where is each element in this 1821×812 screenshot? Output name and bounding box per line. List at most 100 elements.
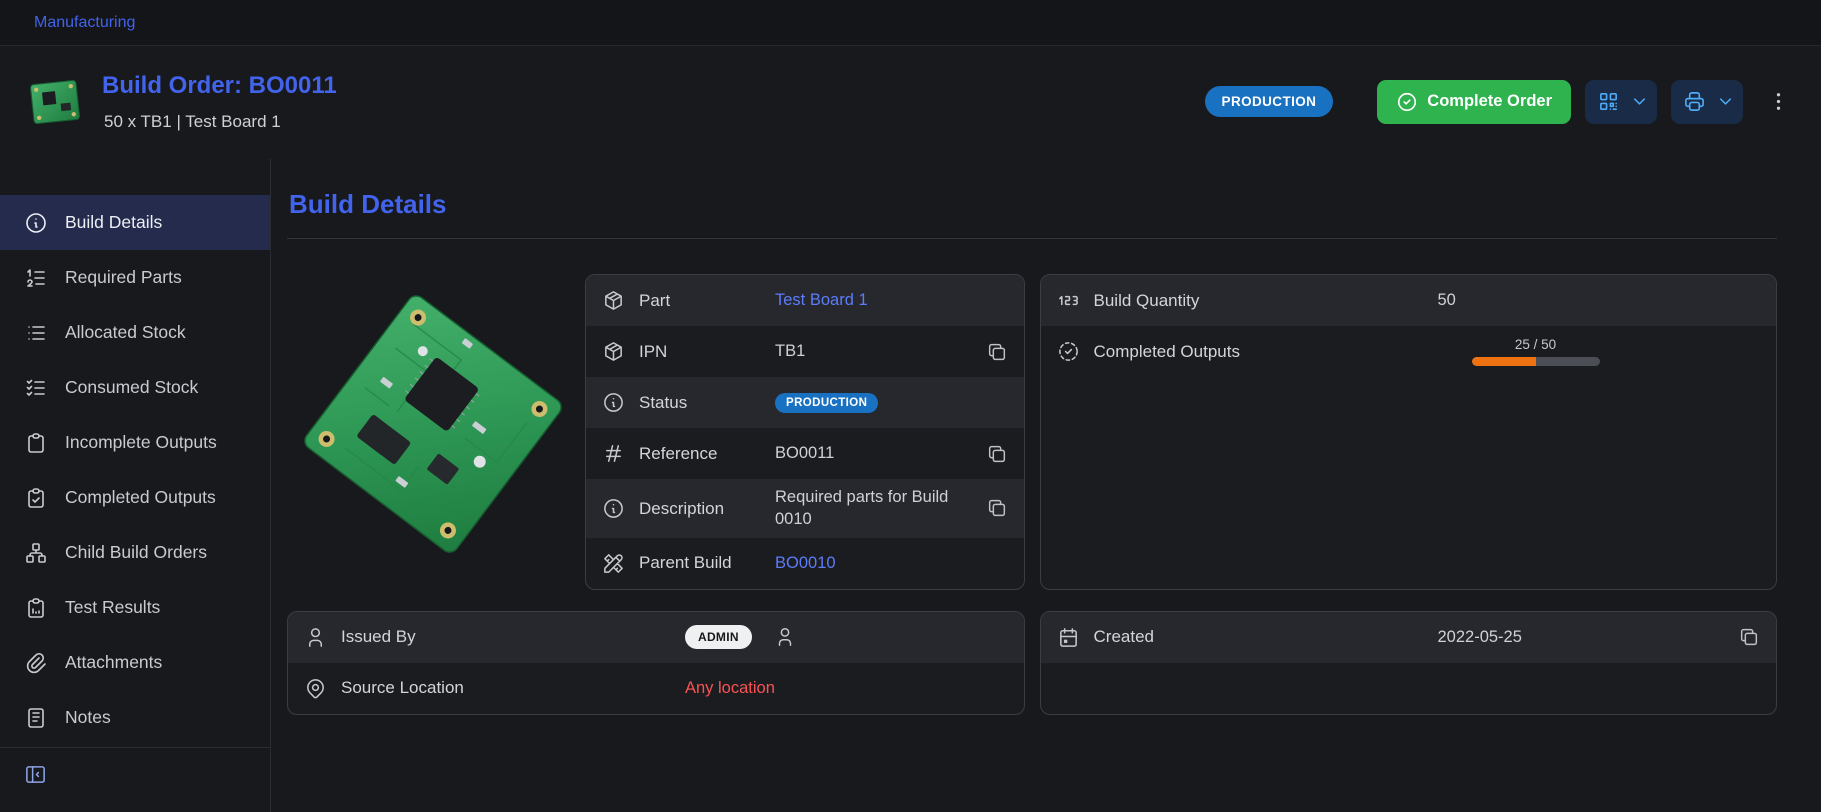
package-icon xyxy=(602,340,625,363)
description-value: Required parts for Build 0010 xyxy=(775,486,972,531)
sidebar: Build Details Required Parts Allocated S… xyxy=(0,159,271,812)
page-subtitle: 50 x TB1 | Test Board 1 xyxy=(102,112,337,132)
created-card: Created 2022-05-25 xyxy=(1040,611,1778,715)
detail-row-created: Created 2022-05-25 xyxy=(1041,612,1777,663)
parent-build-link[interactable]: BO0010 xyxy=(775,554,836,573)
part-image[interactable] xyxy=(287,274,579,574)
complete-order-button[interactable]: Complete Order xyxy=(1377,80,1571,124)
ipn-value: TB1 xyxy=(775,342,805,361)
dots-vertical-icon xyxy=(1767,90,1790,113)
detail-row-part: Part Test Board 1 xyxy=(586,275,1024,326)
detail-row-reference: Reference BO0011 xyxy=(586,428,1024,479)
sitemap-icon xyxy=(24,541,48,565)
detail-row-issued-by: Issued By ADMIN xyxy=(288,612,1024,663)
info-circle-icon xyxy=(24,211,48,235)
clipboard-check-icon xyxy=(24,486,48,510)
copy-icon[interactable] xyxy=(986,443,1008,465)
breadcrumb-link-manufacturing[interactable]: Manufacturing xyxy=(34,14,135,32)
build-details-card: Part Test Board 1 IPN TB1 xyxy=(585,274,1025,590)
build-stats-card: Build Quantity 50 Completed Outputs 25 /… xyxy=(1040,274,1778,590)
issued-by-badge: ADMIN xyxy=(685,625,752,649)
content-layout: Build Details Required Parts Allocated S… xyxy=(0,159,1821,812)
printer-icon xyxy=(1683,90,1706,113)
detail-row-ipn: IPN TB1 xyxy=(586,326,1024,377)
row-label: Build Quantity xyxy=(1094,290,1424,311)
overflow-menu-button[interactable] xyxy=(1763,80,1793,124)
sidebar-item-incomplete-outputs[interactable]: Incomplete Outputs xyxy=(0,415,270,470)
pcb-thumbnail-graphic xyxy=(28,77,82,126)
row-label: Parent Build xyxy=(639,552,761,573)
sidebar-item-build-details[interactable]: Build Details xyxy=(0,195,270,250)
build-quantity-value: 50 xyxy=(1438,291,1456,310)
hash-icon xyxy=(602,442,625,465)
sidebar-item-test-results[interactable]: Test Results xyxy=(0,580,270,635)
sidebar-item-allocated-stock[interactable]: Allocated Stock xyxy=(0,305,270,360)
info-circle-icon xyxy=(602,497,625,520)
status-badge: PRODUCTION xyxy=(1205,86,1334,117)
header-actions: PRODUCTION Complete Order xyxy=(1205,80,1793,124)
main-panel: Build Details xyxy=(271,159,1821,812)
user-icon xyxy=(774,626,796,648)
row-label: Reference xyxy=(639,443,761,464)
print-actions-button[interactable] xyxy=(1671,80,1743,124)
sidebar-item-label: Completed Outputs xyxy=(65,487,216,508)
row-label: Description xyxy=(639,498,761,519)
list-check-icon xyxy=(24,376,48,400)
part-thumbnail[interactable] xyxy=(28,77,82,126)
sidebar-item-label: Required Parts xyxy=(65,267,182,288)
breadcrumb-bar: Manufacturing xyxy=(0,0,1821,46)
details-grid: Part Test Board 1 IPN TB1 xyxy=(287,274,1777,715)
row-label: Completed Outputs xyxy=(1094,341,1424,362)
copy-icon[interactable] xyxy=(986,341,1008,363)
detail-row-description: Description Required parts for Build 001… xyxy=(586,479,1024,538)
sidebar-item-label: Attachments xyxy=(65,652,162,673)
source-location-value: Any location xyxy=(685,679,775,698)
sidebar-item-attachments[interactable]: Attachments xyxy=(0,635,270,690)
part-link[interactable]: Test Board 1 xyxy=(775,291,868,310)
qr-code-icon xyxy=(1597,90,1620,113)
sidebar-item-label: Consumed Stock xyxy=(65,377,198,398)
list-numbers-icon xyxy=(24,266,48,290)
sidebar-item-required-parts[interactable]: Required Parts xyxy=(0,250,270,305)
row-label: Status xyxy=(639,392,761,413)
progress-check-icon xyxy=(1057,340,1080,363)
progress-bar-fill xyxy=(1472,357,1536,366)
paperclip-icon xyxy=(24,651,48,675)
numbers-123-icon xyxy=(1057,289,1080,312)
panel-divider xyxy=(287,238,1777,239)
chevron-down-icon xyxy=(1630,92,1649,111)
detail-row-status: Status PRODUCTION xyxy=(586,377,1024,428)
notes-icon xyxy=(24,706,48,730)
collapse-sidebar-button[interactable] xyxy=(0,748,270,800)
issued-card: Issued By ADMIN Source Location Any loca… xyxy=(287,611,1025,715)
sidebar-item-label: Allocated Stock xyxy=(65,322,186,343)
qr-actions-button[interactable] xyxy=(1585,80,1657,124)
sidebar-item-child-build-orders[interactable]: Child Build Orders xyxy=(0,525,270,580)
header-title-group: Build Order: BO0011 50 x TB1 | Test Boar… xyxy=(30,72,337,132)
circle-check-icon xyxy=(1396,91,1418,113)
detail-row-build-quantity: Build Quantity 50 xyxy=(1041,275,1777,326)
sidebar-item-label: Incomplete Outputs xyxy=(65,432,217,453)
sidebar-item-notes[interactable]: Notes xyxy=(0,690,270,745)
clipboard-icon xyxy=(24,431,48,455)
chevron-down-icon xyxy=(1716,92,1735,111)
page-title: Build Order: BO0011 xyxy=(102,72,337,100)
map-pin-icon xyxy=(304,677,327,700)
sidebar-item-consumed-stock[interactable]: Consumed Stock xyxy=(0,360,270,415)
status-badge-inline: PRODUCTION xyxy=(775,393,878,413)
calendar-icon xyxy=(1057,626,1080,649)
build-details-cell: Part Test Board 1 IPN TB1 xyxy=(287,274,1025,590)
created-value: 2022-05-25 xyxy=(1438,628,1522,647)
detail-row-parent-build: Parent Build BO0010 xyxy=(586,538,1024,589)
row-label: Source Location xyxy=(341,677,671,698)
user-icon xyxy=(304,626,327,649)
copy-icon[interactable] xyxy=(1738,626,1760,648)
sidebar-item-completed-outputs[interactable]: Completed Outputs xyxy=(0,470,270,525)
complete-order-label: Complete Order xyxy=(1427,92,1552,111)
tools-icon xyxy=(602,552,625,575)
copy-icon[interactable] xyxy=(986,497,1008,519)
header-titles: Build Order: BO0011 50 x TB1 | Test Boar… xyxy=(102,72,337,132)
info-circle-icon xyxy=(602,391,625,414)
sidebar-item-label: Notes xyxy=(65,707,111,728)
detail-row-completed-outputs: Completed Outputs 25 / 50 xyxy=(1041,326,1777,377)
